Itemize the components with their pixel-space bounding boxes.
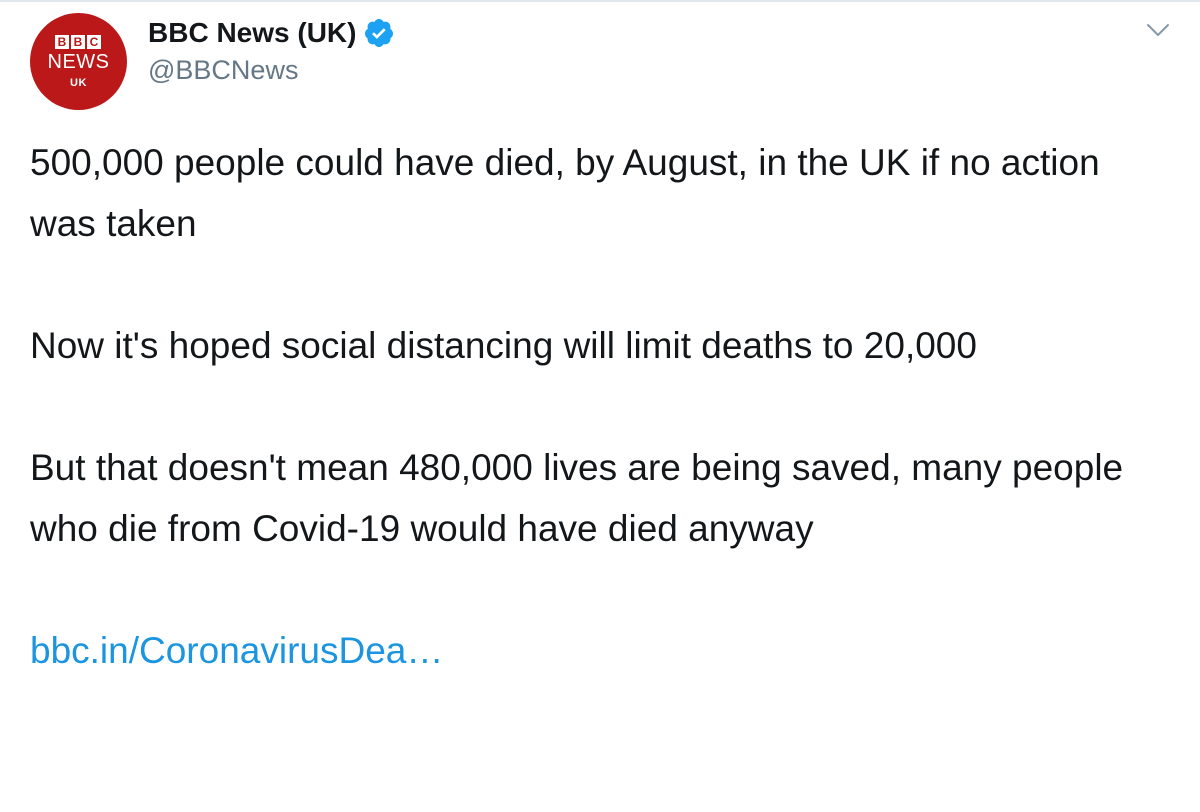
bbc-logo-blocks: B B C bbox=[55, 35, 101, 49]
logo-block: B bbox=[55, 35, 69, 49]
tweet-card: B B C NEWS UK BBC News (UK) @BBCNews 500… bbox=[0, 0, 1200, 812]
tweet-paragraph: But that doesn't mean 480,000 lives are … bbox=[30, 447, 1124, 549]
user-handle[interactable]: @BBCNews bbox=[148, 55, 298, 86]
tweet-link-paragraph: bbc.in/CoronavirusDea… bbox=[30, 620, 1160, 681]
display-name[interactable]: BBC News (UK) bbox=[148, 17, 356, 49]
divider bbox=[0, 0, 1200, 2]
avatar-wordmark: NEWS bbox=[47, 51, 110, 73]
tweet-paragraph: 500,000 people could have died, by Augus… bbox=[30, 142, 1100, 244]
chevron-down-icon[interactable] bbox=[1144, 16, 1172, 44]
logo-block: C bbox=[87, 35, 101, 49]
avatar-region: UK bbox=[70, 77, 87, 89]
tweet-text: 500,000 people could have died, by Augus… bbox=[30, 132, 1160, 681]
logo-block: B bbox=[71, 35, 85, 49]
tweet-paragraph: Now it's hoped social distancing will li… bbox=[30, 325, 977, 366]
avatar[interactable]: B B C NEWS UK bbox=[30, 13, 127, 110]
author-header: BBC News (UK) bbox=[148, 14, 395, 52]
verified-badge-icon bbox=[365, 19, 394, 47]
tweet-link[interactable]: bbc.in/CoronavirusDea… bbox=[30, 630, 443, 671]
